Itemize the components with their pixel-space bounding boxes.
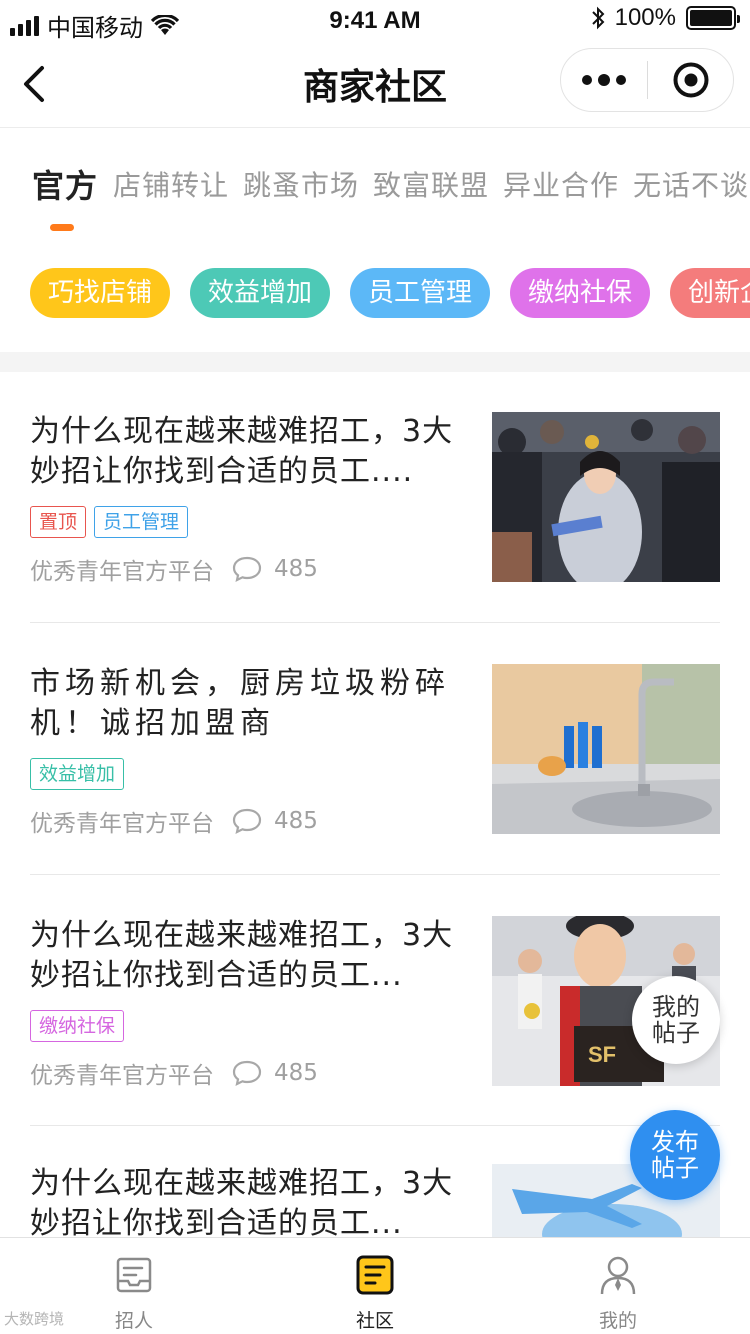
tabbar-label: 我的 — [598, 1310, 637, 1332]
post-tag: 缴纳社保 — [30, 1010, 125, 1042]
kitchen-photo-image — [492, 664, 720, 834]
bluetooth-icon — [591, 6, 605, 30]
chip-staff-management[interactable]: 员工管理 — [350, 268, 490, 318]
community-icon — [315, 1252, 435, 1298]
tabbar-item-community[interactable]: 社区 — [315, 1252, 435, 1333]
post-divider — [30, 874, 720, 875]
chip-innovation[interactable]: 创新企 — [670, 268, 750, 318]
post-title: 为什么现在越来越难招工，3大妙招让你找到合适的员工... — [30, 1166, 454, 1237]
category-tabs: 官方 店铺转让 跳蚤市场 致富联盟 异业合作 无话不谈 — [0, 128, 750, 236]
publish-post-label: 发布帖子 — [651, 1128, 699, 1182]
post-author: 优秀青年官方平台 — [30, 1063, 214, 1089]
battery-icon — [686, 6, 740, 30]
recruit-icon — [74, 1252, 194, 1298]
tab-flea-market[interactable]: 跳蚤市场 — [243, 164, 359, 204]
publish-post-button[interactable]: 发布帖子 — [630, 1110, 720, 1200]
post-thumbnail — [492, 664, 720, 834]
status-right: 100% — [591, 4, 740, 32]
profile-icon — [558, 1252, 678, 1298]
post-tags: 效益增加 — [30, 758, 125, 790]
more-dots-icon — [598, 74, 610, 86]
post-item[interactable]: 为什么现在越来越难招工，3大妙招让你找到合适的员工... — [30, 1164, 720, 1237]
post-item[interactable]: 为什么现在越来越难招工，3大妙招让你找到合适的员工... 缴纳社保 优秀青年官方… — [30, 916, 720, 1089]
post-item[interactable]: 为什么现在越来越难招工，3大妙招让你找到合适的员工.... 置顶 员工管理 优秀… — [30, 412, 720, 585]
post-tag: 员工管理 — [94, 506, 189, 538]
topic-chips: 巧找店铺 效益增加 员工管理 缴纳社保 创新企 — [0, 268, 750, 320]
tab-official[interactable]: 官方 — [32, 161, 98, 207]
comment-icon — [232, 556, 262, 582]
tabbar-item-recruit[interactable]: 招人 — [74, 1252, 194, 1333]
post-meta: 优秀青年官方平台 485 — [30, 552, 318, 586]
crowd-photo-image — [492, 412, 720, 582]
mini-program-capsule — [560, 48, 734, 112]
battery-percent: 100% — [614, 4, 676, 31]
comment-icon — [232, 808, 262, 834]
more-button[interactable] — [561, 48, 647, 112]
chip-increase-profit[interactable]: 效益增加 — [190, 268, 330, 318]
post-author: 优秀青年官方平台 — [30, 811, 214, 837]
post-tags: 缴纳社保 — [30, 1010, 125, 1042]
my-posts-button[interactable]: 我的帖子 — [632, 976, 720, 1064]
tab-cross-industry[interactable]: 异业合作 — [503, 164, 619, 204]
post-tags: 置顶 员工管理 — [30, 506, 189, 538]
post-title: 为什么现在越来越难招工，3大妙招让你找到合适的员工... — [30, 918, 454, 993]
post-title: 为什么现在越来越难招工，3大妙招让你找到合适的员工.... — [30, 414, 454, 489]
post-divider — [30, 1125, 720, 1126]
tab-wealth-alliance[interactable]: 致富联盟 — [373, 164, 489, 204]
svg-text:SF: SF — [588, 1042, 616, 1067]
navigation-bar: 商家社区 — [0, 40, 750, 128]
target-icon — [673, 62, 708, 98]
post-author: 优秀青年官方平台 — [30, 559, 214, 585]
comment-count: 485 — [274, 808, 318, 834]
section-separator — [0, 352, 750, 372]
tabbar-label: 社区 — [355, 1310, 394, 1332]
active-tab-indicator — [50, 224, 74, 231]
chip-find-shop[interactable]: 巧找店铺 — [30, 268, 170, 318]
my-posts-label: 我的帖子 — [652, 993, 700, 1047]
status-bar: 中国移动 9:41 AM 100% — [0, 0, 750, 42]
post-thumbnail — [492, 412, 720, 582]
comment-count: 485 — [274, 556, 318, 582]
tab-shop-transfer[interactable]: 店铺转让 — [113, 164, 229, 204]
post-meta: 优秀青年官方平台 485 — [30, 804, 318, 838]
watermark: 大数跨境 — [4, 1310, 65, 1328]
tabbar-item-profile[interactable]: 我的 — [558, 1252, 678, 1333]
bottom-tab-bar: 招人 社区 我的 — [0, 1237, 750, 1334]
post-meta: 优秀青年官方平台 485 — [30, 1056, 318, 1090]
more-dots-icon — [616, 75, 626, 85]
more-dots-icon — [582, 75, 592, 85]
post-title: 市场新机会，厨房垃圾粉碎机！诚招加盟商 — [30, 666, 450, 741]
chip-social-insurance[interactable]: 缴纳社保 — [510, 268, 650, 318]
post-divider — [30, 622, 720, 623]
tab-open-chat[interactable]: 无话不谈 — [633, 164, 749, 204]
post-tag: 效益增加 — [30, 758, 125, 790]
post-tag: 置顶 — [30, 506, 87, 538]
comment-icon — [232, 1060, 262, 1086]
tabbar-label: 招人 — [114, 1310, 153, 1332]
close-mini-program-button[interactable] — [648, 48, 733, 112]
post-item[interactable]: 市场新机会，厨房垃圾粉碎机！诚招加盟商 效益增加 优秀青年官方平台 485 — [30, 664, 720, 837]
comment-count: 485 — [274, 1060, 318, 1086]
